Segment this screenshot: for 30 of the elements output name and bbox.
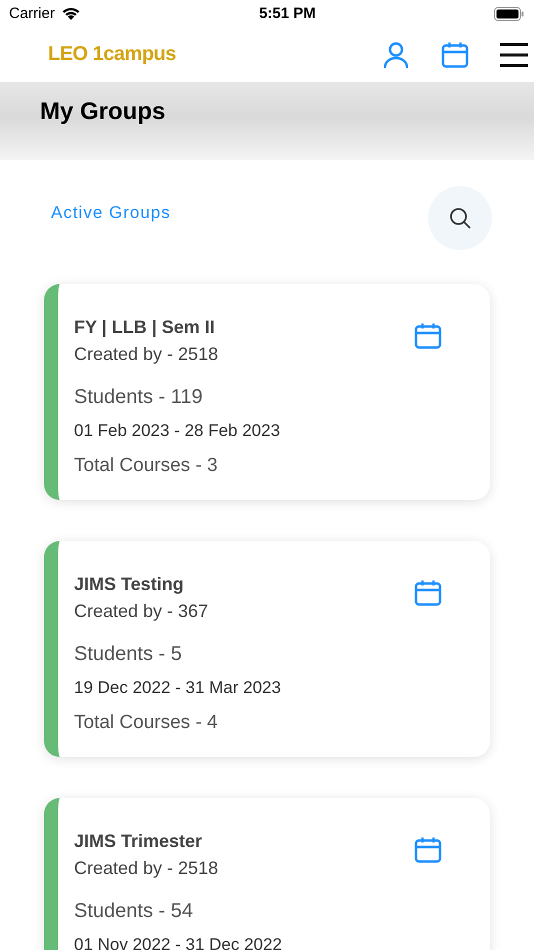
carrier-label: Carrier (9, 5, 55, 22)
group-name: JIMS Trimester (74, 830, 204, 853)
students-count: Students - 119 (74, 385, 204, 410)
calendar-icon[interactable] (414, 579, 442, 607)
date-range: 01 Nov 2022 - 31 Dec 2022 (74, 934, 283, 950)
date-range: 01 Feb 2023 - 28 Feb 2023 (74, 420, 282, 442)
group-card[interactable]: JIMS Testing Created by - 367 Students - 5 19 Dec 2022 - 31 Mar 2023 Total Courses - 4 (44, 541, 490, 757)
students-count: Students - 5 (74, 642, 183, 667)
search-icon (449, 207, 471, 229)
page-title: My Groups (40, 98, 166, 126)
created-by-text: Created by - 2518 (74, 343, 218, 366)
group-card[interactable]: FY | LLB | Sem II Created by - 2518 Students - 119 01 Feb 2023 - 28 Feb 2023 Total Courses - 3 (44, 284, 490, 500)
menu-icon[interactable] (500, 42, 528, 68)
user-icon[interactable] (382, 40, 410, 68)
calendar-icon[interactable] (414, 836, 442, 864)
courses-count: Total Courses - 3 (74, 454, 219, 478)
students-count: Students - 54 (74, 899, 194, 924)
group-card[interactable]: JIMS Trimester Created by - 2518 Students - 54 01 Nov 2022 - 31 Dec 2022 (44, 798, 490, 950)
created-by-text: Created by - 2518 (74, 857, 218, 880)
calendar-icon[interactable] (441, 40, 469, 68)
calendar-icon[interactable] (414, 322, 442, 350)
date-range: 19 Dec 2022 - 31 Mar 2023 (74, 677, 282, 699)
group-name: JIMS Testing (74, 573, 185, 596)
wifi-icon (60, 6, 81, 21)
app-logo: LEO 1campus (48, 43, 176, 66)
status-time: 5:51 PM (259, 5, 316, 22)
created-by-text: Created by - 367 (74, 600, 208, 623)
courses-count: Total Courses - 4 (74, 711, 219, 735)
group-name: FY | LLB | Sem II (74, 316, 216, 339)
battery-icon (494, 6, 524, 20)
